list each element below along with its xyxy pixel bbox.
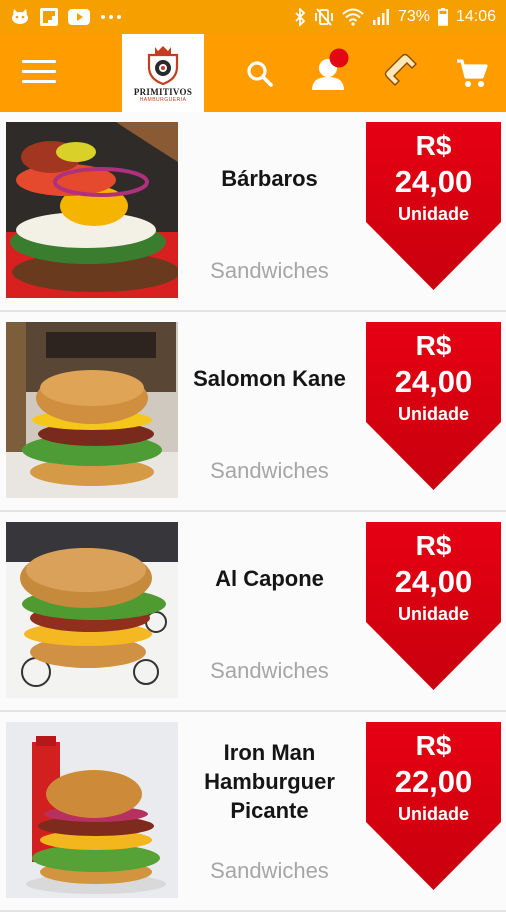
price-unit: Unidade [397, 804, 469, 824]
notification-dot-icon [329, 48, 349, 68]
cat-icon [10, 9, 30, 25]
price-tag[interactable]: R$ 24,00 Unidade [366, 522, 501, 690]
logo-text: PRIMITIVOS [133, 87, 193, 97]
product-category: Sandwiches [210, 458, 329, 483]
call-button[interactable] [380, 52, 422, 94]
menu-button[interactable] [22, 60, 56, 86]
price-tag[interactable]: R$ 24,00 Unidade [366, 122, 501, 290]
price-value: 22,00 [394, 764, 473, 799]
product-name: Bárbaros [221, 166, 318, 191]
product-category: Sandwiches [210, 858, 329, 883]
battery-percent: 73% [397, 8, 430, 25]
product-image [6, 322, 178, 498]
logo-crest-icon [147, 46, 179, 85]
status-bar: 73% 14:06 [0, 0, 506, 34]
price-unit: Unidade [397, 604, 469, 624]
product-card[interactable]: Salomon Kane Sandwiches R$ 24,00 Unidade [0, 312, 506, 512]
clock: 14:06 [455, 8, 496, 25]
price-value: 24,00 [394, 164, 473, 199]
wifi-icon [342, 8, 364, 26]
product-card[interactable]: Iron Man Hamburguer Picante Sandwiches R… [0, 712, 506, 912]
price-value: 24,00 [394, 564, 473, 599]
phone-icon [384, 53, 417, 86]
signal-icon [372, 9, 390, 25]
product-card[interactable]: Bárbaros Sandwiches R$ 24,00 Unidade [0, 112, 506, 312]
product-name: Al Capone [215, 566, 324, 591]
account-button[interactable] [306, 46, 354, 94]
product-image [6, 122, 178, 298]
product-category: Sandwiches [210, 658, 329, 683]
price-currency: R$ [415, 130, 452, 161]
more-dots-icon [100, 14, 122, 20]
app-bar: PRIMITIVOS HAMBURGUERIA [0, 34, 506, 112]
notification-icons [10, 8, 122, 26]
price-currency: R$ [415, 530, 452, 561]
product-list: Bárbaros Sandwiches R$ 24,00 Unidade Sal… [0, 112, 506, 912]
product-category: Sandwiches [210, 258, 329, 283]
product-name: Iron Man Hamburguer Picante [204, 740, 335, 823]
price-unit: Unidade [397, 204, 469, 224]
battery-icon [438, 8, 448, 26]
product-image [6, 722, 178, 898]
price-currency: R$ [415, 730, 452, 761]
user-icon [312, 48, 349, 90]
search-icon [247, 61, 273, 87]
product-name: Salomon Kane [193, 366, 346, 391]
product-card[interactable]: Al Capone Sandwiches R$ 24,00 Unidade [0, 512, 506, 712]
price-tag[interactable]: R$ 24,00 Unidade [366, 322, 501, 490]
search-button[interactable] [242, 56, 278, 92]
flipboard-icon [40, 8, 58, 26]
product-image [6, 522, 178, 698]
price-currency: R$ [415, 330, 452, 361]
system-status: 73% 14:06 [294, 8, 496, 26]
price-unit: Unidade [397, 404, 469, 424]
logo-subtitle: HAMBURGUERIA [139, 97, 187, 103]
bluetooth-icon [294, 8, 306, 26]
price-tag[interactable]: R$ 22,00 Unidade [366, 722, 501, 890]
price-value: 24,00 [394, 364, 473, 399]
shopping-cart-icon [457, 59, 488, 87]
logo[interactable]: PRIMITIVOS HAMBURGUERIA [122, 34, 204, 112]
youtube-icon [68, 9, 90, 25]
vibrate-icon [314, 8, 334, 26]
cart-button[interactable] [452, 54, 492, 94]
menu-icon [22, 60, 56, 63]
